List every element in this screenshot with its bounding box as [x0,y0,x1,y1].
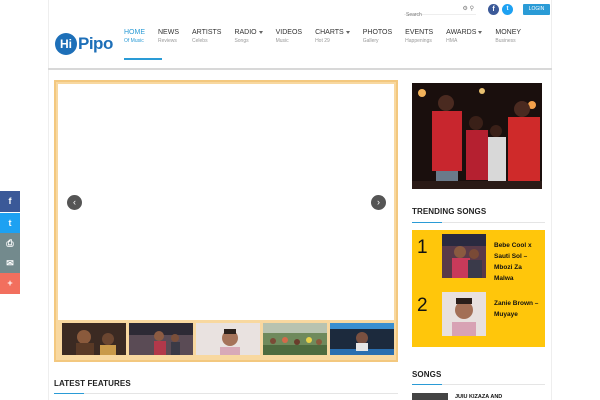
nav-item-money[interactable]: MONEY Business [495,28,521,46]
trending-rank: 2 [417,295,428,316]
nav-sublabel: Celebs [192,38,208,44]
nav-label: VIDEOS [275,29,303,36]
twitter-icon[interactable]: t [502,4,513,15]
search-box: ⚙ ⚲ [404,3,476,18]
slider-thumbnail[interactable] [330,323,394,355]
slider-thumbnail[interactable] [62,323,126,355]
nav-item-charts[interactable]: CHARTS Hot 29 [315,28,350,46]
nav-sublabel: Music [275,38,289,44]
featured-slider: ‹ › [54,80,398,362]
nav-label-wrap: AWARDS [446,28,483,37]
slider-thumbnails [62,323,394,355]
nav-item-photos[interactable]: PHOTOS Gallery [363,28,392,46]
trending-title: Zanie Brown – Muyaye [494,300,539,318]
slider-thumbnail[interactable] [129,323,193,355]
top-utility-bar: ⚙ ⚲ f t LOGIN [404,0,552,18]
nav-label-wrap: CHARTS [315,28,350,37]
logo-badge: Hi [55,33,77,55]
email-button[interactable]: ✉ [0,253,20,274]
trending-thumbnail[interactable] [442,292,486,336]
song-title[interactable]: JUIU KIZAZA AND [455,394,502,400]
slider-next-button[interactable]: › [371,195,386,210]
nav-label: CHARTS [315,29,344,36]
section-divider [412,384,545,385]
nav-label: EVENTS [405,29,434,36]
nav-item-radio[interactable]: RADIO Songs [234,28,263,46]
trending-section-title: TRENDING SONGS [412,207,487,216]
nav-label-wrap: RADIO [234,28,263,37]
page: Hi Pipo HOME Of Music NEWS Reviews ARTIS… [0,0,600,400]
nav-sublabel: Of Music [124,38,144,44]
nav-item-home[interactable]: HOME Of Music [124,28,162,60]
latest-features-title: LATEST FEATURES [54,379,131,388]
nav-label: PHOTOS [362,29,393,36]
nav-label: HOME [124,29,145,36]
slider-thumbnail[interactable] [196,323,260,355]
nav-sublabel: Songs [234,38,249,44]
nav-sublabel: Reviews [158,38,177,44]
hero-photo[interactable] [412,83,542,189]
nav-item-news[interactable]: NEWS Reviews [158,28,179,46]
songs-section-title: SONGS [412,370,442,379]
chevron-down-icon [345,30,350,34]
nav-sublabel: Business [495,38,516,44]
nav-sublabel: HMA [446,38,458,44]
nav-label: NEWS [158,29,179,36]
nav-item-artists[interactable]: ARTISTS Celebs [192,28,221,46]
nav-label: ARTISTS [192,29,222,36]
nav-label: RADIO [234,29,257,36]
trending-rank: 1 [417,237,428,258]
trending-thumbnail[interactable] [442,234,486,278]
share-more-button[interactable]: + [0,273,20,294]
slide-image[interactable]: ‹ › [58,84,394,320]
nav-sublabel: Hot 29 [315,38,330,44]
share-twitter-button[interactable]: t [0,213,20,234]
chevron-down-icon [258,30,263,34]
main-nav: HOME Of Music NEWS Reviews ARTISTS Celeb… [124,28,534,60]
trending-item[interactable]: 2 Zanie Brown – Muyaye [412,292,545,338]
section-divider [54,393,398,394]
chevron-down-icon [478,30,483,34]
trending-item[interactable]: 1 Bebe Cool x Sauti Sol – Mbozi Za Malwa [412,234,545,282]
nav-sublabel: Gallery [362,38,379,44]
search-icon[interactable]: ⚲ [470,6,474,12]
trending-title: Bebe Cool x Sauti Sol – Mbozi Za Malwa [494,242,532,282]
logo-text: Pipo [78,34,113,53]
nav-label: AWARDS [446,29,477,36]
trending-list: 1 Bebe Cool x Sauti Sol – Mbozi Za Malwa… [412,230,545,347]
nav-item-videos[interactable]: VIDEOS Music [276,28,302,46]
section-divider [412,222,545,223]
slider-prev-button[interactable]: ‹ [67,195,82,210]
search-input[interactable] [404,12,454,18]
nav-label: MONEY [495,29,522,36]
share-facebook-button[interactable]: f [0,191,20,212]
nav-sublabel: Happenings [405,38,432,44]
slider-thumbnail[interactable] [263,323,327,355]
nav-item-events[interactable]: EVENTS Happenings [405,28,433,46]
login-button[interactable]: LOGIN [523,4,550,15]
facebook-icon[interactable]: f [488,4,499,15]
nav-item-awards[interactable]: AWARDS HMA [446,28,483,46]
gear-icon[interactable]: ⚙ [463,6,468,12]
site-logo[interactable]: Hi Pipo [55,33,113,55]
print-button[interactable]: ⎙ [0,233,20,254]
search-icons: ⚙ ⚲ [463,5,474,12]
song-thumbnail[interactable] [412,393,448,400]
